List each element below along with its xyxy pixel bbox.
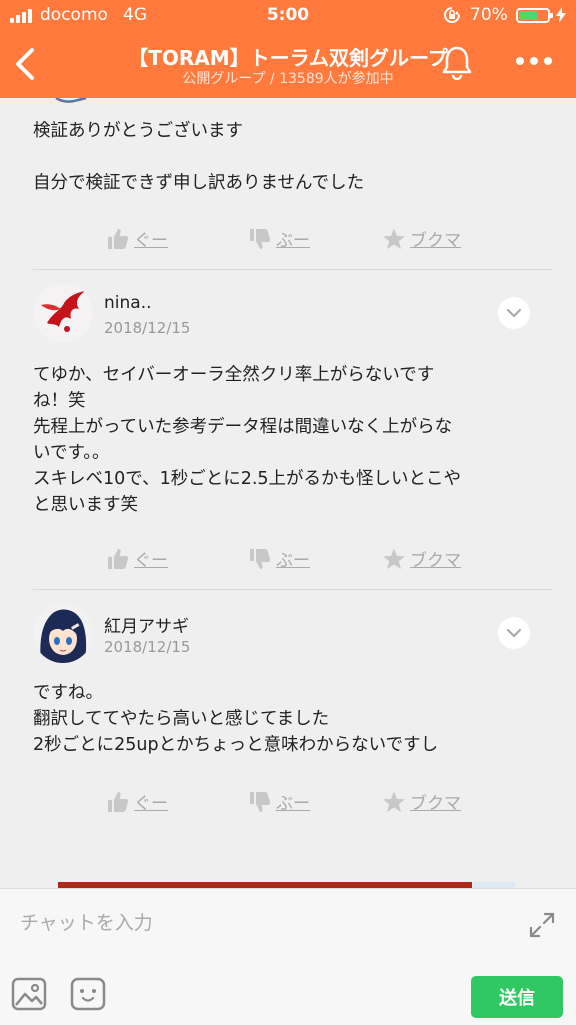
good-label: ぐー [134,551,168,571]
message-line: いです。。 [33,443,110,463]
bookmark-label: ブクマ [410,551,461,571]
message-line: てゆか、セイバーオーラ全然クリ率上がらないです [33,365,435,385]
message-line: ですね。 [33,683,103,703]
bookmark-button[interactable]: ブクマ [382,226,461,251]
good-button[interactable]: ぐー [106,789,168,814]
bookmark-label: ブクマ [410,231,461,251]
message-actions: ぐー ぶー ブクマ [0,546,576,572]
thumbs-up-icon [108,548,129,569]
boo-button[interactable]: ぶー [248,546,310,571]
message-line: 先程上がっていた参考データ程は間違いなく上がらな [33,417,453,437]
boo-label: ぶー [276,231,310,251]
chat-input[interactable] [18,905,502,941]
more-dots-icon[interactable] [514,54,554,68]
message-divider [33,269,552,270]
good-label: ぐー [134,231,168,251]
message-line: 2秒ごとに25upとかちょっと意味わからないですし [33,735,439,755]
charging-bolt-icon [556,7,566,23]
message-actions: ぐー ぶー ブクマ [0,789,576,815]
message-line: 翻訳しててやたら高いと感じてました [33,709,330,729]
send-button[interactable]: 送信 [471,976,563,1018]
bookmark-button[interactable]: ブクマ [382,546,461,571]
avatar[interactable] [33,603,93,663]
message-text: てゆか、セイバーオーラ全然クリ率上がらないです ね！笑 先程上がっていた参考デー… [33,362,461,518]
emoji-icon[interactable] [70,977,106,1011]
bookmark-label: ブクマ [410,794,461,814]
avatar-partial [55,98,87,103]
boo-label: ぶー [276,551,310,571]
bell-icon[interactable] [440,44,474,80]
expand-icon[interactable] [528,911,556,939]
boo-button[interactable]: ぶー [248,226,310,251]
post-date: 2018/12/15 [104,319,191,337]
star-icon [383,791,405,812]
good-button[interactable]: ぐー [106,546,168,571]
message-actions: ぐー ぶー ブクマ [0,226,576,252]
good-label: ぐー [134,794,168,814]
chevron-down-icon [507,308,521,318]
thumbs-down-icon [250,548,271,569]
message-text: ですね。 翻訳しててやたら高いと感じてました 2秒ごとに25upとかちょっと意味… [33,680,438,758]
bookmark-button[interactable]: ブクマ [382,789,461,814]
app-header: docomo 4G 5:00 70% 【TORAM】トーラム双剣グループ 公開グ… [0,0,576,98]
chevron-down-icon [507,628,521,638]
image-icon[interactable] [11,977,47,1011]
boo-button[interactable]: ぶー [248,789,310,814]
status-bar: docomo 4G 5:00 70% [0,0,576,30]
thumbs-up-icon [108,228,129,249]
thumbs-up-icon [108,791,129,812]
thumbs-down-icon [250,228,271,249]
star-icon [383,548,405,569]
message-line: スキレベ10で、1秒ごとに2.5上がるかも怪しいとこや [33,469,462,489]
message-line [33,144,364,170]
message-line: ね！笑 [33,391,86,411]
back-chevron-icon[interactable] [10,44,40,84]
avatar[interactable] [33,283,93,343]
rotation-lock-icon [444,7,460,23]
message-line: と思います笑 [33,495,138,515]
message-menu-button[interactable] [498,617,530,649]
good-button[interactable]: ぐー [106,226,168,251]
message-line: 自分で検証できず申し訳ありませんでした [33,173,365,193]
message-menu-button[interactable] [498,297,530,329]
battery-percent: 70% [470,5,508,25]
message-line: 検証ありがとうございます [33,121,243,141]
username[interactable]: nina.. [104,293,152,313]
battery-icon [516,8,553,23]
message-text: 検証ありがとうございます 自分で検証できず申し訳ありませんでした [33,118,364,196]
message-divider [33,589,552,590]
chat-input-bar: 送信 [0,888,576,1025]
username[interactable]: 紅月アサギ [104,612,189,637]
post-date: 2018/12/15 [104,638,191,656]
boo-label: ぶー [276,794,310,814]
thumbs-down-icon [250,791,271,812]
star-icon [383,228,405,249]
